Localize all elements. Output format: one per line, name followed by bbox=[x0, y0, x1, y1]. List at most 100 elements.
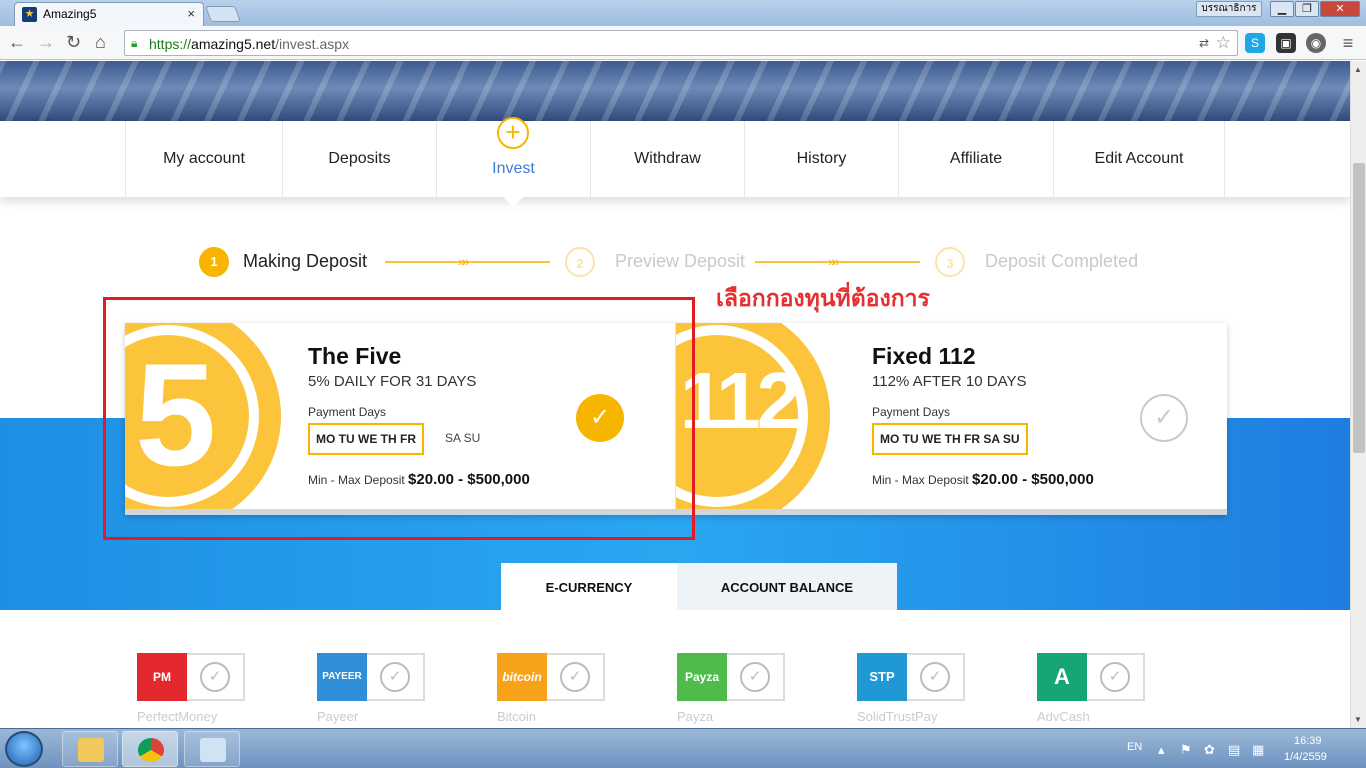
site-favicon-icon: ★ bbox=[22, 7, 37, 22]
menu-active-pointer bbox=[503, 197, 523, 207]
selection-highlight-box bbox=[103, 297, 695, 540]
payment-method-name: Payeer bbox=[317, 709, 359, 724]
step-arrow-icon: »» bbox=[458, 253, 469, 269]
scrollbar-thumb[interactable] bbox=[1353, 163, 1365, 453]
notepad-icon bbox=[200, 738, 226, 762]
annotation-text: เลือกกองทุนที่ต้องการ bbox=[716, 285, 930, 311]
web-page: My account Deposits Invest Withdraw Hist… bbox=[0, 61, 1350, 729]
check-icon: ✓ bbox=[740, 662, 770, 692]
start-button[interactable] bbox=[5, 731, 43, 767]
bookmark-star-icon[interactable]: ☆ bbox=[1216, 33, 1231, 53]
main-menu: My account Deposits Invest Withdraw Hist… bbox=[0, 117, 1350, 197]
action-center-flag-icon[interactable]: ⚑ bbox=[1180, 742, 1192, 758]
video-extension-icon[interactable]: ◉ bbox=[1306, 33, 1326, 53]
tab-close-icon[interactable]: × bbox=[187, 6, 195, 21]
check-icon: ✓ bbox=[920, 662, 950, 692]
tray-app-icon[interactable]: ✿ bbox=[1204, 742, 1215, 758]
plan-coin-icon: 112 bbox=[676, 323, 830, 509]
check-icon: ✓ bbox=[560, 662, 590, 692]
restore-icon[interactable]: ❐ bbox=[1295, 1, 1319, 17]
taskbar-chrome[interactable] bbox=[122, 731, 178, 767]
stp-logo-icon: STP bbox=[857, 653, 907, 701]
payment-method-name: Bitcoin bbox=[497, 709, 537, 724]
chrome-menu-icon[interactable]: ≡ bbox=[1338, 33, 1358, 53]
browser-tab[interactable]: ★ Amazing5 × bbox=[14, 2, 204, 26]
network-icon[interactable]: ▦ bbox=[1252, 742, 1264, 758]
back-icon[interactable]: ← bbox=[8, 32, 26, 53]
bitcoin-logo-icon: bitcoin bbox=[497, 653, 547, 701]
skype-extension-icon[interactable]: S bbox=[1245, 33, 1265, 53]
check-icon: ✓ bbox=[380, 662, 410, 692]
tab-e-currency[interactable]: E-CURRENCY bbox=[501, 563, 677, 610]
new-tab-button[interactable] bbox=[205, 6, 241, 22]
menu-deposits[interactable]: Deposits bbox=[282, 121, 436, 197]
payment-method-bitcoin[interactable]: bitcoin ✓ bbox=[497, 653, 605, 701]
payment-days-active: MO TU WE TH FR SA SU bbox=[872, 423, 1028, 455]
payment-method-name: Payza bbox=[677, 709, 714, 724]
browser-toolbar: ← → ↻ ⌂ 🔒︎ https://amazing5.net/invest.a… bbox=[0, 26, 1366, 60]
menu-history[interactable]: History bbox=[744, 121, 898, 197]
step-arrow-icon: »» bbox=[828, 253, 839, 269]
scroll-up-icon[interactable]: ▲ bbox=[1354, 65, 1362, 74]
payment-method-name: PerfectMoney bbox=[137, 709, 218, 724]
window-close-icon[interactable]: ✕ bbox=[1320, 1, 1360, 17]
home-icon[interactable]: ⌂ bbox=[95, 32, 106, 53]
menu-my-account[interactable]: My account bbox=[125, 121, 282, 197]
advcash-logo-icon: A bbox=[1037, 653, 1087, 701]
page-scrollbar[interactable]: ▲ ▼ bbox=[1350, 61, 1366, 729]
payment-days-label: Payment Days bbox=[872, 405, 951, 419]
perfectmoney-logo-icon: PM bbox=[137, 653, 187, 701]
taskbar-explorer[interactable] bbox=[62, 731, 118, 767]
payment-method-solidtrustpay[interactable]: STP ✓ bbox=[857, 653, 965, 701]
plan-subtitle: 112% AFTER 10 DAYS bbox=[872, 373, 1027, 390]
step-3-badge: 3 bbox=[935, 247, 965, 277]
step-1-label: Making Deposit bbox=[243, 251, 368, 271]
menu-withdraw[interactable]: Withdraw bbox=[590, 121, 744, 197]
payment-method-name: SolidTrustPay bbox=[857, 709, 938, 724]
minimize-icon[interactable]: ▁ bbox=[1270, 1, 1294, 17]
forward-icon[interactable]: → bbox=[37, 32, 55, 53]
translate-icon[interactable]: ⇄ bbox=[1199, 36, 1209, 50]
plan-title: Fixed 112 bbox=[872, 343, 976, 369]
plan-card-fixed-112[interactable]: 112 Fixed 112 112% AFTER 10 DAYS Payment… bbox=[676, 323, 1227, 509]
invest-plus-icon: + bbox=[497, 117, 529, 149]
language-indicator[interactable]: EN bbox=[1127, 741, 1142, 753]
min-max-deposit: Min - Max Deposit $20.00 - $500,000 bbox=[872, 471, 1094, 488]
windows-taskbar: EN ▴ ⚑ ✿ ▤ ▦ 16:39 1/4/2559 bbox=[0, 728, 1366, 768]
payment-method-payza[interactable]: Payza ✓ bbox=[677, 653, 785, 701]
clock-time[interactable]: 16:39 bbox=[1294, 735, 1322, 747]
tray-device-icon[interactable]: ▤ bbox=[1228, 742, 1240, 758]
check-icon: ✓ bbox=[200, 662, 230, 692]
folder-icon bbox=[78, 738, 104, 762]
payza-logo-icon: Payza bbox=[677, 653, 727, 701]
taskbar-notepad[interactable] bbox=[184, 731, 240, 767]
profile-button[interactable]: บรรณาธิการ bbox=[1196, 1, 1262, 17]
clock-date[interactable]: 1/4/2559 bbox=[1284, 751, 1327, 763]
menu-affiliate[interactable]: Affiliate bbox=[898, 121, 1053, 197]
step-connector bbox=[755, 261, 920, 263]
step-2-label: Preview Deposit bbox=[615, 251, 746, 271]
payment-method-advcash[interactable]: A ✓ bbox=[1037, 653, 1145, 701]
payeer-logo-icon: PAYEER bbox=[317, 653, 367, 701]
check-icon: ✓ bbox=[1100, 662, 1130, 692]
scroll-down-icon[interactable]: ▼ bbox=[1354, 715, 1362, 724]
extension-icon[interactable]: ▣ bbox=[1276, 33, 1296, 53]
step-3-label: Deposit Completed bbox=[985, 251, 1139, 271]
lock-icon: 🔒︎ bbox=[131, 36, 138, 50]
step-1-badge: 1 bbox=[199, 247, 229, 277]
payment-method-payeer[interactable]: PAYEER ✓ bbox=[317, 653, 425, 701]
step-2-badge: 2 bbox=[565, 247, 595, 277]
plan-unselected-check-icon[interactable]: ✓ bbox=[1140, 394, 1188, 442]
address-bar[interactable]: 🔒︎ https://amazing5.net/invest.aspx ⇄ ☆ bbox=[124, 30, 1238, 56]
menu-edit-account[interactable]: Edit Account bbox=[1053, 121, 1225, 197]
chrome-icon bbox=[138, 738, 164, 762]
url-text[interactable]: https://amazing5.net/invest.aspx bbox=[149, 36, 349, 52]
tray-expand-icon[interactable]: ▴ bbox=[1158, 742, 1165, 758]
tab-account-balance[interactable]: ACCOUNT BALANCE bbox=[677, 563, 897, 610]
reload-icon[interactable]: ↻ bbox=[66, 32, 81, 53]
payment-method-perfectmoney[interactable]: PM ✓ bbox=[137, 653, 245, 701]
step-connector bbox=[385, 261, 550, 263]
tab-title: Amazing5 bbox=[43, 7, 97, 21]
payment-method-name: AdvCash bbox=[1037, 709, 1090, 724]
browser-titlebar: ★ Amazing5 × บรรณาธิการ ▁ ❐ ✕ bbox=[0, 0, 1366, 26]
